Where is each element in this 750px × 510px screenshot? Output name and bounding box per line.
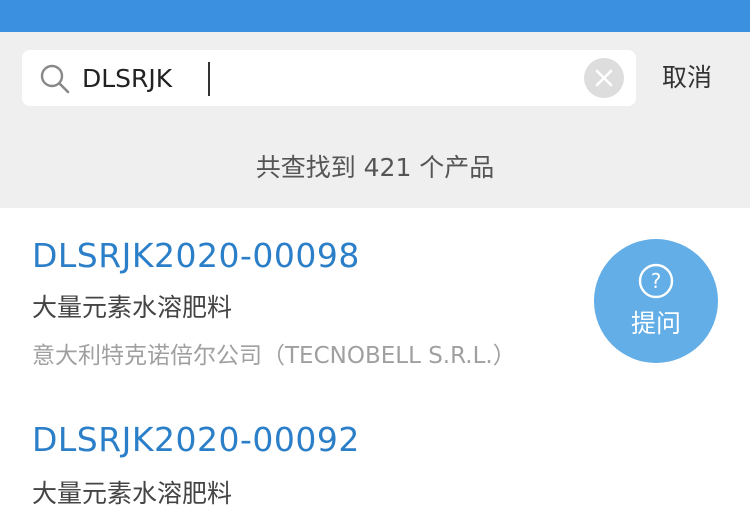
results-count-row: 共查找到 421 个产品 [0,124,750,208]
ask-question-label: 提问 [630,309,681,338]
text-caret [208,62,210,96]
cancel-button[interactable]: 取消 [662,58,712,94]
top-nav-bar [0,0,750,32]
product-type: 大量元素水溶肥料 [32,293,233,322]
search-icon [40,64,70,94]
search-box[interactable] [22,50,636,106]
ask-question-button[interactable]: ? 提问 [594,239,718,363]
search-input[interactable] [82,58,562,98]
results-count: 共查找到 421 个产品 [255,153,495,182]
question-circle-icon: ? [638,263,674,299]
svg-text:?: ? [651,269,662,293]
registration-number[interactable]: DLSRJK2020-00092 [32,420,360,459]
clear-icon [595,69,613,87]
product-type: 大量元素水溶肥料 [32,479,233,508]
registration-number[interactable]: DLSRJK2020-00098 [32,236,360,275]
search-bar: 取消 [0,32,750,124]
company-name: 意大利特克诺倍尔公司（TECNOBELL S.R.L.） [32,343,516,369]
clear-search-button[interactable] [584,58,624,98]
list-item[interactable]: DLSRJK2020-00092 大量元素水溶肥料 [0,404,750,508]
